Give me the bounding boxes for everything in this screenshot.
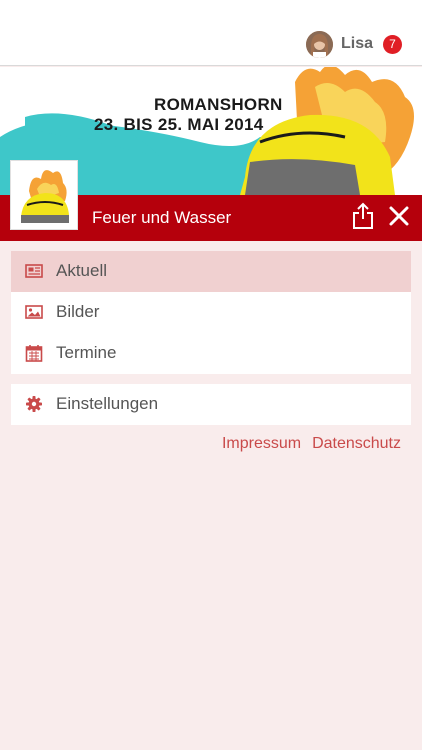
main-menu: Aktuell Bilder Termine [11, 251, 411, 374]
banner-dates: 23. BIS 25. MAI 2014 [94, 115, 264, 134]
menu-item-termine[interactable]: Termine [11, 333, 411, 374]
datenschutz-link[interactable]: Datenschutz [312, 435, 401, 453]
newspaper-icon [25, 264, 43, 278]
top-bar: Lisa 7 [0, 0, 422, 66]
app-logo [10, 160, 78, 230]
menu-item-label: Einstellungen [56, 394, 159, 413]
menu-item-label: Bilder [56, 302, 100, 321]
user-name: Lisa [340, 35, 373, 52]
avatar [305, 30, 333, 58]
gear-icon [26, 396, 42, 412]
close-icon[interactable] [388, 205, 410, 227]
menu-item-einstellungen[interactable]: Einstellungen [11, 384, 411, 425]
user-menu[interactable]: Lisa 7 [305, 30, 402, 58]
impressum-link[interactable]: Impressum [222, 435, 301, 453]
menu-item-aktuell[interactable]: Aktuell [11, 251, 411, 292]
menu-item-label: Termine [56, 343, 117, 362]
helmet-logo-icon [21, 170, 69, 223]
banner-location: ROMANSHORN [154, 95, 283, 114]
calendar-icon [25, 345, 43, 362]
menu-item-label: Aktuell [56, 261, 108, 280]
share-icon[interactable] [352, 202, 374, 230]
footer-links: Impressum Datenschutz [222, 435, 401, 453]
notification-badge[interactable]: 7 [383, 34, 402, 54]
settings-menu: Einstellungen [11, 384, 411, 425]
app-title: Feuer und Wasser [92, 208, 232, 227]
menu-item-bilder[interactable]: Bilder [11, 292, 411, 333]
image-icon [25, 305, 43, 319]
